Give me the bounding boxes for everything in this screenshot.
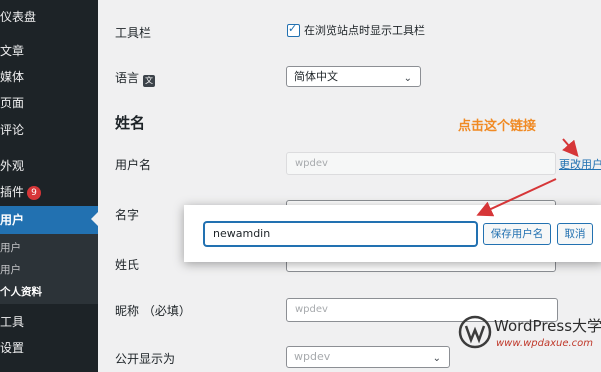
chevron-down-icon: ⌄	[403, 73, 412, 84]
admin-sidebar: 仪表盘 文章 媒体 页面 评论 外观 插件 9 用户 用户 用户 个人资料 工具 …	[0, 0, 98, 372]
wordpress-logo-icon	[458, 315, 492, 349]
name-section-title: 姓名	[115, 114, 146, 132]
menu-item-tools[interactable]: 工具	[0, 309, 98, 335]
users-submenu: 用户 用户 个人资料	[0, 234, 98, 304]
menu-item-users[interactable]: 用户	[0, 206, 98, 234]
menu-label: 工具	[0, 315, 25, 329]
checkmark-icon: ✓	[288, 22, 298, 35]
display-name-label: 公开显示为	[115, 352, 176, 366]
change-username-link[interactable]: 更改用户	[559, 156, 601, 172]
update-count-badge: 9	[27, 186, 42, 200]
menu-item-appearance[interactable]: 外观	[0, 153, 98, 179]
username-label: 用户名	[115, 158, 152, 172]
translate-icon: 文	[143, 75, 156, 87]
menu-item-settings[interactable]: 设置	[0, 335, 98, 361]
language-select[interactable]: 简体中文 ⌄	[286, 66, 421, 87]
menu-label: 插件 9	[0, 179, 42, 205]
menu-item-media[interactable]: 媒体	[0, 64, 98, 90]
display-name-select[interactable]: wpdev ⌄	[286, 346, 450, 368]
language-value: 简体中文	[294, 70, 338, 83]
plugins-label: 插件	[0, 185, 25, 199]
toolbar-checkbox-label[interactable]: 在浏览站点时显示工具栏	[304, 22, 425, 38]
cancel-button[interactable]: 取消	[557, 223, 593, 245]
watermark: WordPress大学 www.wpdaxue.com	[458, 314, 601, 364]
menu-label: 文章	[0, 44, 25, 58]
watermark-title: WordPress大学	[494, 317, 601, 335]
annotation-text: 点击这个链接	[458, 119, 537, 134]
menu-item-pages[interactable]: 页面	[0, 90, 98, 116]
new-username-input[interactable]: newamdin	[204, 222, 477, 246]
toolbar-checkbox[interactable]: ✓	[287, 22, 300, 37]
menu-label: 外观	[0, 159, 25, 173]
submenu-item-all-users[interactable]: 用户	[0, 240, 21, 255]
menu-item-plugins[interactable]: 插件 9	[0, 179, 98, 205]
menu-label: 页面	[0, 96, 25, 110]
menu-label: 设置	[0, 341, 25, 355]
language-label: 语言	[115, 71, 140, 85]
change-username-popup: newamdin 保存用户名 取消	[184, 205, 601, 262]
menu-label: 用户	[0, 213, 25, 227]
menu-item-posts[interactable]: 文章	[0, 38, 98, 64]
language-row-label: 语言文	[115, 69, 156, 87]
nickname-label: 昵称 （必填）	[115, 304, 191, 318]
menu-item-comments[interactable]: 评论	[0, 117, 98, 143]
watermark-url: www.wpdaxue.com	[496, 338, 594, 349]
menu-label: 媒体	[0, 70, 25, 84]
last-name-label: 姓氏	[115, 258, 140, 272]
chevron-down-icon: ⌄	[432, 353, 441, 364]
menu-label: 评论	[0, 123, 25, 137]
menu-item-dashboard[interactable]: 仪表盘	[0, 4, 98, 30]
username-field: wpdev	[286, 152, 556, 175]
menu-label: 仪表盘	[0, 10, 37, 24]
save-username-button[interactable]: 保存用户名	[483, 223, 551, 245]
submenu-item-profile[interactable]: 个人资料	[0, 284, 42, 299]
first-name-label: 名字	[115, 208, 140, 222]
toolbar-label: 工具栏	[115, 26, 152, 40]
display-name-value: wpdev	[294, 350, 331, 363]
submenu-item-add-user[interactable]: 用户	[0, 262, 21, 277]
